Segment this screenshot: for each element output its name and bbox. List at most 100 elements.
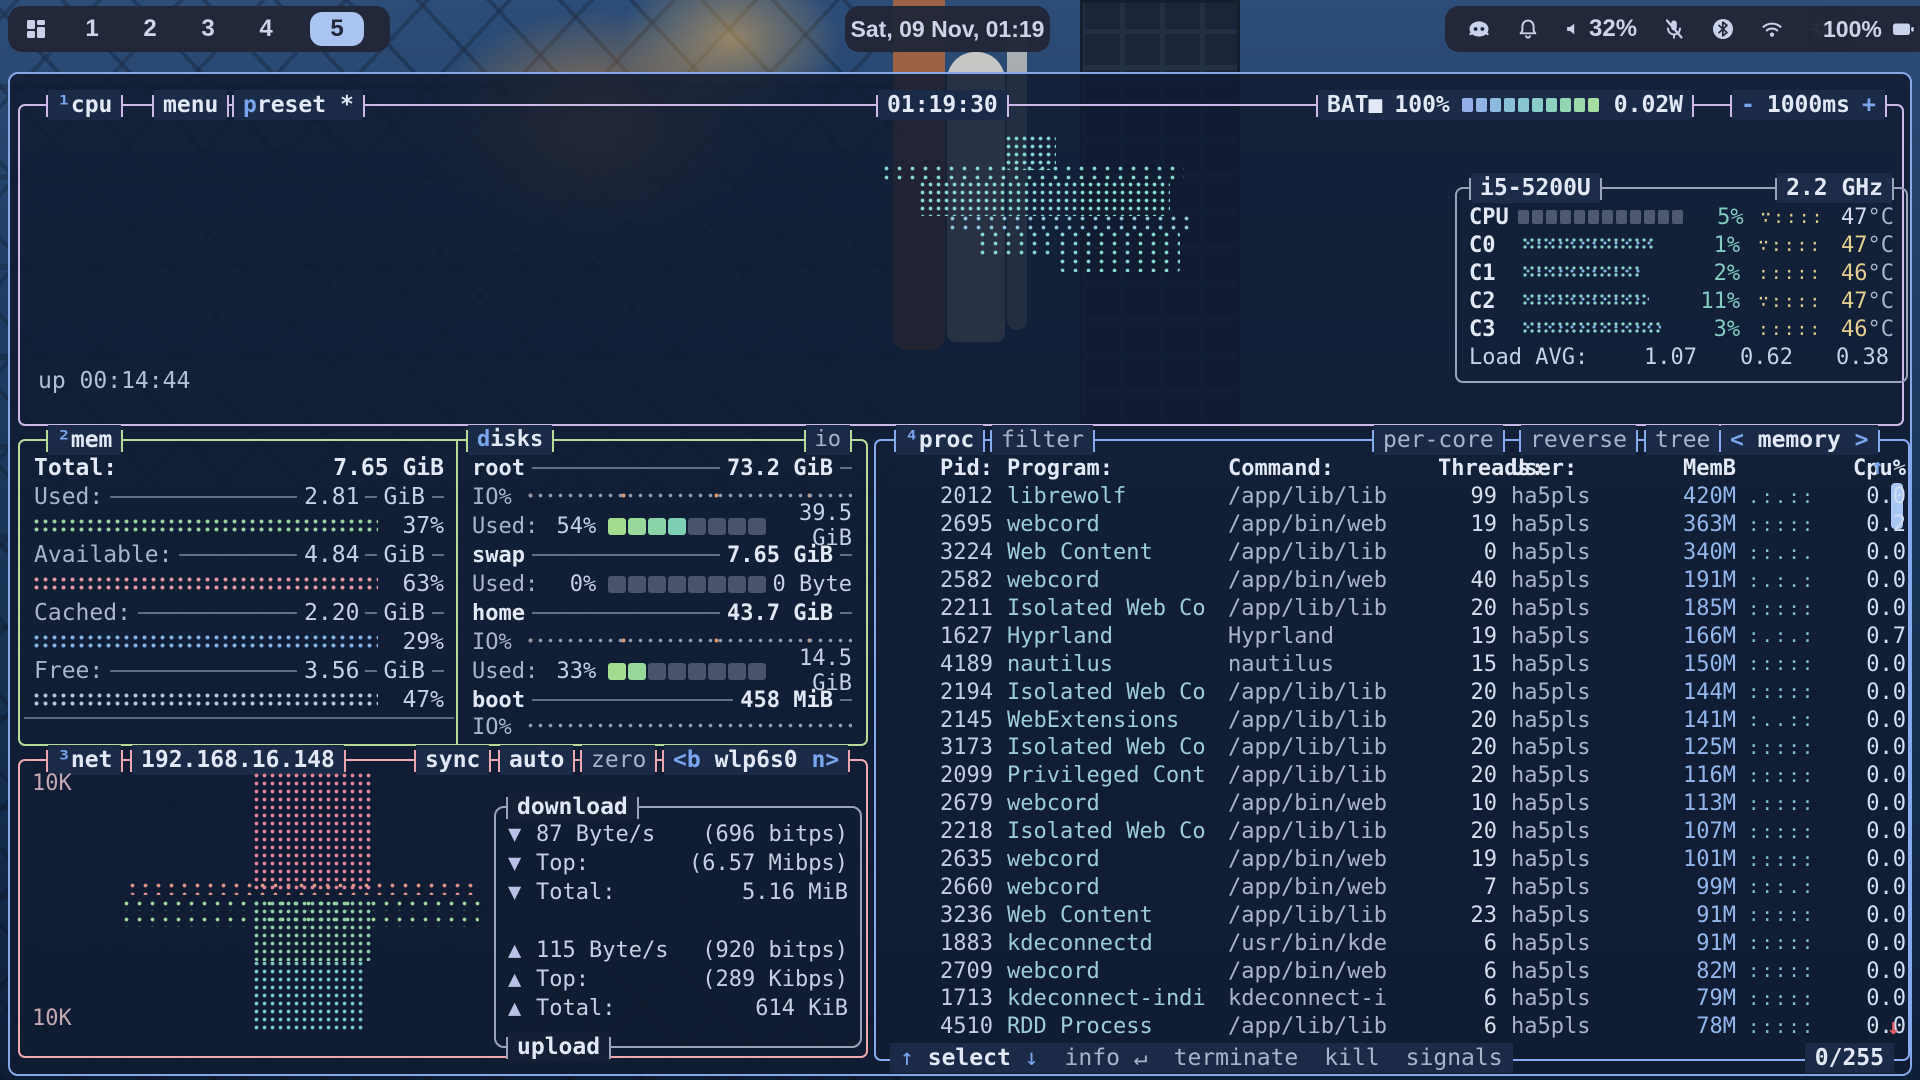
net-interface-switcher[interactable]: <b wlp6s0 n> bbox=[664, 745, 848, 775]
proc-footer: ↑ select ↓ info ↵ terminate kill signals bbox=[890, 1043, 1513, 1073]
wifi-icon[interactable] bbox=[1760, 17, 1784, 41]
tab-mem[interactable]: ²mem bbox=[48, 425, 121, 455]
mem-cached-graph-row: 29% bbox=[34, 629, 444, 655]
net-zero-button[interactable]: zero bbox=[582, 745, 655, 775]
process-row[interactable]: 4189 nautilus nautilus 15 ha5pls 150M ::… bbox=[876, 650, 1886, 678]
disks-section: disks io root73.2 GiB IO% Used:54% 39.5 … bbox=[458, 441, 866, 744]
mem-cached-row: Cached:2.20GiB bbox=[34, 600, 444, 626]
workspace-4[interactable]: 4 bbox=[252, 15, 280, 43]
proc-overflow-arrow: ↓ bbox=[1887, 1015, 1900, 1040]
download-title: download bbox=[508, 792, 637, 822]
proc-filter-button[interactable]: filter bbox=[992, 425, 1093, 455]
terminate-button[interactable]: terminate bbox=[1174, 1043, 1299, 1073]
process-row[interactable]: 2660 webcord /app/bin/web 7 ha5pls 99M :… bbox=[876, 873, 1886, 901]
workspace-1[interactable]: 1 bbox=[78, 15, 106, 43]
panel-clock-module[interactable]: Sat, 09 Nov, 01:19 bbox=[845, 6, 1050, 52]
speaker-icon bbox=[1565, 19, 1582, 39]
cpu-frequency: 2.2 GHz bbox=[1777, 173, 1892, 203]
disks-io-toggle[interactable]: io bbox=[806, 425, 851, 455]
header-command[interactable]: Command: bbox=[1228, 456, 1438, 481]
net-sync-button[interactable]: sync bbox=[416, 745, 489, 775]
tab-proc[interactable]: ⁴proc bbox=[896, 425, 983, 455]
process-row[interactable]: 2635 webcord /app/bin/web 19 ha5pls 101M… bbox=[876, 846, 1886, 874]
header-memb[interactable]: MemB bbox=[1636, 456, 1736, 481]
net-axis-top: 10K bbox=[32, 771, 72, 796]
panel-workspaces-module: 1 2 3 4 5 bbox=[8, 6, 390, 52]
signals-button[interactable]: signals bbox=[1406, 1043, 1503, 1073]
battery-meter bbox=[1462, 98, 1602, 112]
proc-percore-toggle[interactable]: per-core bbox=[1374, 425, 1503, 455]
proc-tree-toggle[interactable]: tree bbox=[1646, 425, 1719, 455]
cpu-total-meter bbox=[1518, 209, 1686, 225]
process-row[interactable]: 2194 Isolated Web Co /app/lib/lib 20 ha5… bbox=[876, 678, 1886, 706]
tab-cpu[interactable]: ¹cpu bbox=[48, 90, 121, 120]
apps-grid-icon[interactable] bbox=[24, 17, 48, 41]
bluetooth-icon[interactable] bbox=[1711, 17, 1735, 41]
proc-box: ⁴proc filter per-core reverse tree < mem… bbox=[874, 439, 1910, 1061]
upload-title: upload bbox=[508, 1032, 609, 1062]
process-row[interactable]: 1713 kdeconnect-indi kdeconnect-i 6 ha5p… bbox=[876, 985, 1886, 1013]
net-auto-button[interactable]: auto bbox=[500, 745, 573, 775]
disks-title[interactable]: disks bbox=[468, 425, 552, 455]
net-io-box: download upload ▼87 Byte/s(696 bitps) ▼T… bbox=[494, 806, 862, 1048]
process-row[interactable]: 2145 WebExtensions /app/lib/lib 20 ha5pl… bbox=[876, 706, 1886, 734]
process-row[interactable]: 4510 RDD Process /app/lib/lib 6 ha5pls 7… bbox=[876, 1013, 1886, 1041]
discord-icon[interactable] bbox=[1467, 17, 1491, 41]
header-program[interactable]: Program: bbox=[993, 456, 1228, 481]
sort-direction-arrow: ↑ bbox=[1871, 455, 1884, 480]
workspace-5-active[interactable]: 5 bbox=[310, 12, 364, 46]
process-row[interactable]: 3236 Web Content /app/lib/lib 23 ha5pls … bbox=[876, 901, 1886, 929]
kill-button[interactable]: kill bbox=[1324, 1043, 1379, 1073]
cpu-box: ¹cpu menu preset * 01:19:30 BAT■ 100% 0.… bbox=[18, 104, 1904, 426]
process-row[interactable]: 2582 webcord /app/bin/web 40 ha5pls 191M… bbox=[876, 567, 1886, 595]
mem-divider-line bbox=[24, 717, 454, 719]
process-row[interactable]: 1883 kdeconnectd /usr/bin/kde 6 ha5pls 9… bbox=[876, 929, 1886, 957]
cpu-clock: 01:19:30 bbox=[878, 90, 1007, 120]
workspace-2[interactable]: 2 bbox=[136, 15, 164, 43]
proc-reverse-toggle[interactable]: reverse bbox=[1521, 425, 1636, 455]
process-row[interactable]: 1627 Hyprland Hyprland 19 ha5pls 166M :.… bbox=[876, 622, 1886, 650]
process-row[interactable]: 3173 Isolated Web Co /app/lib/lib 20 ha5… bbox=[876, 734, 1886, 762]
workspace-3[interactable]: 3 bbox=[194, 15, 222, 43]
battery-icon bbox=[1890, 17, 1916, 41]
disk-home-meter bbox=[608, 663, 768, 680]
mem-used-graph-row: 37% bbox=[34, 513, 444, 539]
header-pid[interactable]: Pid: bbox=[896, 456, 993, 481]
process-row[interactable]: 3224 Web Content /app/lib/lib 0 ha5pls 3… bbox=[876, 539, 1886, 567]
disk-swap-meter bbox=[608, 576, 768, 593]
process-row[interactable]: 2709 webcord /app/bin/web 6 ha5pls 82M :… bbox=[876, 957, 1886, 985]
volume-widget[interactable]: 32% bbox=[1565, 15, 1637, 43]
info-button[interactable]: info ↵ bbox=[1065, 1043, 1148, 1073]
select-control[interactable]: ↑ select ↓ bbox=[900, 1043, 1039, 1073]
proc-sort-selector[interactable]: < memory > bbox=[1721, 425, 1878, 455]
process-row[interactable]: 2218 Isolated Web Co /app/lib/lib 20 ha5… bbox=[876, 818, 1886, 846]
disk-swap-used-row: Used:0% 0 Byte bbox=[472, 571, 852, 597]
disk-root-meter bbox=[608, 518, 768, 535]
cpu-core-row: C1 2% ::::: 46°C bbox=[1457, 259, 1906, 287]
cpu-core-row: C0 1% ∵:::: 47°C bbox=[1457, 231, 1906, 259]
mem-available-row: Available:4.84GiB bbox=[34, 542, 444, 568]
net-box: ³net 192.168.16.148 sync auto zero <b wl… bbox=[18, 759, 868, 1058]
interval-minus-button[interactable]: - bbox=[1741, 90, 1755, 120]
panel-battery-module[interactable]: 100% bbox=[1808, 6, 1920, 52]
bell-icon[interactable] bbox=[1516, 17, 1540, 41]
proc-table-header: Pid: Program: Command: Threads: User: Me… bbox=[876, 455, 1908, 483]
mem-available-graph-row: 63% bbox=[34, 571, 444, 597]
mic-muted-icon[interactable] bbox=[1662, 17, 1686, 41]
process-row[interactable]: 2211 Isolated Web Co /app/lib/lib 20 ha5… bbox=[876, 595, 1886, 623]
mem-total-row: Total:7.65 GiB bbox=[34, 455, 444, 481]
process-row[interactable]: 2695 webcord /app/bin/web 19 ha5pls 363M… bbox=[876, 511, 1886, 539]
process-row[interactable]: 2012 librewolf /app/lib/lib 99 ha5pls 42… bbox=[876, 483, 1886, 511]
process-row[interactable]: 2679 webcord /app/bin/web 10 ha5pls 113M… bbox=[876, 790, 1886, 818]
process-row[interactable]: 2099 Privileged Cont /app/lib/lib 20 ha5… bbox=[876, 762, 1886, 790]
header-user[interactable]: User: bbox=[1497, 456, 1636, 481]
battery-percent: 100% bbox=[1823, 16, 1882, 43]
uptime: up 00:14:44 bbox=[38, 368, 190, 394]
preset-button[interactable]: preset * bbox=[234, 90, 363, 120]
disk-home-row: home43.7 GiB bbox=[472, 600, 852, 626]
clock-text: Sat, 09 Nov, 01:19 bbox=[851, 16, 1045, 43]
interval-plus-button[interactable]: + bbox=[1862, 90, 1876, 120]
net-ip-address: 192.168.16.148 bbox=[132, 745, 344, 775]
menu-button[interactable]: menu bbox=[154, 90, 227, 120]
header-threads[interactable]: Threads: bbox=[1438, 456, 1497, 481]
